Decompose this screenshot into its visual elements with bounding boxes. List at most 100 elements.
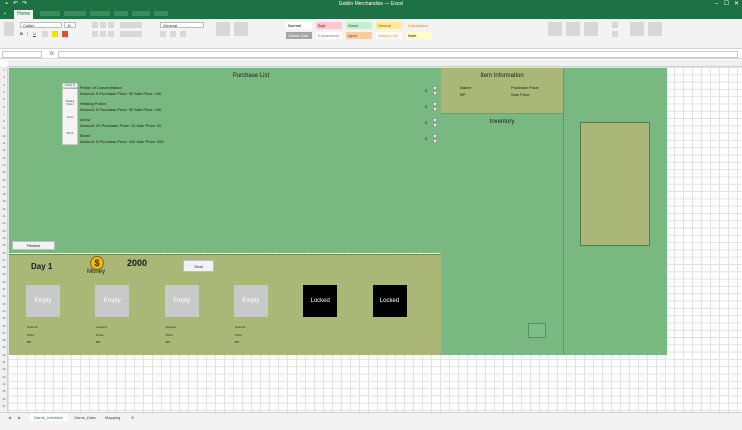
shelf-slot[interactable]: Empty [233,285,268,317]
row-number[interactable]: 31 [0,287,8,291]
row-number[interactable]: 17 [0,185,8,189]
row-number[interactable]: 19 [0,199,8,203]
quantity-decrease-button[interactable] [433,91,437,95]
font-size-select[interactable]: 11 [64,22,76,28]
wrap-text-button[interactable] [120,22,142,28]
minimize-button[interactable]: – [712,1,721,8]
find-select-icon[interactable] [648,22,662,36]
deal-button[interactable]: Deal [183,260,214,272]
cell-style-calculation[interactable]: Calculation [406,22,432,29]
tab-home[interactable]: Home [14,10,34,19]
align-right-icon[interactable] [108,31,114,37]
shelf-slot[interactable]: Empty [26,285,60,317]
row-number[interactable]: 20 [0,207,8,211]
row-number[interactable]: 15 [0,170,8,174]
shelf-slot[interactable]: Empty [164,285,199,317]
formula-input[interactable] [58,51,738,58]
row-number[interactable]: 40 [0,353,8,357]
cell-style-normal[interactable]: Normal [286,22,312,29]
fx-icon[interactable]: fx [50,51,54,58]
row-number[interactable]: 34 [0,309,8,313]
row-number[interactable]: 28 [0,265,8,269]
row-number[interactable]: 5 [0,97,8,101]
insert-cells-icon[interactable] [548,22,562,36]
row-number[interactable]: 12 [0,148,8,152]
number-format-select[interactable]: General [160,22,204,28]
row-number[interactable]: 16 [0,178,8,182]
row-number[interactable]: 6 [0,105,8,109]
row-number[interactable]: 39 [0,345,8,349]
row-number[interactable]: 32 [0,294,8,298]
bold-button[interactable]: B [20,31,23,36]
row-number[interactable]: 44 [0,382,8,386]
row-number[interactable]: 8 [0,119,8,123]
row-number[interactable]: 43 [0,375,8,379]
autosum-icon[interactable] [612,22,618,28]
row-number[interactable]: 25 [0,243,8,247]
quantity-increase-button[interactable] [433,102,437,106]
row-number[interactable]: 21 [0,214,8,218]
row-number[interactable]: 41 [0,360,8,364]
row-number[interactable]: 7 [0,112,8,116]
tab-page-layout[interactable] [64,11,86,16]
percent-icon[interactable] [170,31,176,37]
row-number[interactable]: 35 [0,316,8,320]
comma-icon[interactable] [180,31,186,37]
restart-button[interactable]: Restart [12,241,55,250]
name-box[interactable] [2,51,42,58]
merge-center-button[interactable] [120,31,142,37]
row-number[interactable]: 42 [0,367,8,371]
row-number[interactable]: 14 [0,163,8,167]
quantity-decrease-button[interactable] [433,107,437,111]
row-number[interactable]: 22 [0,221,8,225]
borders-icon[interactable] [42,31,48,37]
row-header[interactable]: 1 2 3 4 5 6 7 8 9 10 11 12 13 14 15 16 17 18 19 20 21 22 23 24 2… [0,67,8,412]
inventory-slot[interactable] [528,323,546,338]
row-number[interactable]: 46 [0,397,8,401]
align-center-icon[interactable] [100,31,106,37]
column-header[interactable] [8,60,742,67]
close-button[interactable]: ✕ [732,1,741,8]
row-number[interactable]: 3 [0,83,8,87]
row-number[interactable]: 1 [0,68,8,72]
cell-style-explanatory[interactable]: Explanatory [316,32,342,39]
fill-color-icon[interactable] [52,31,58,37]
tab-review[interactable] [132,11,150,16]
row-number[interactable]: 36 [0,324,8,328]
quantity-decrease-button[interactable] [433,139,437,143]
italic-button[interactable]: I [27,31,28,36]
quantity-decrease-button[interactable] [433,123,437,127]
cell-style-good[interactable]: Good [346,22,372,29]
row-number[interactable]: 27 [0,258,8,262]
row-number[interactable]: 47 [0,404,8,408]
row-number[interactable]: 11 [0,141,8,145]
row-number[interactable]: 26 [0,251,8,255]
tab-formulas[interactable] [90,11,110,16]
row-number[interactable]: 13 [0,156,8,160]
delete-cells-icon[interactable] [566,22,580,36]
tab-view[interactable] [154,11,168,16]
conditional-formatting-icon[interactable] [216,22,230,36]
row-number[interactable]: 9 [0,126,8,130]
quantity-increase-button[interactable] [433,86,437,90]
row-number[interactable]: 24 [0,236,8,240]
locked-slot[interactable]: Locked [303,285,338,317]
underline-button[interactable]: U [33,31,36,36]
align-middle-icon[interactable] [100,22,106,28]
currency-icon[interactable] [160,31,166,37]
row-number[interactable]: 33 [0,302,8,306]
row-number[interactable]: 30 [0,280,8,284]
cell-style-linked-cell[interactable]: Linked Cell [376,32,402,39]
cell-style-bad[interactable]: Bad [316,22,342,29]
shelf-slot[interactable]: Empty [95,285,130,317]
quantity-increase-button[interactable] [433,134,437,138]
cell-style-note[interactable]: Note [406,32,432,39]
align-top-icon[interactable] [92,22,98,28]
row-number[interactable]: 4 [0,90,8,94]
row-number[interactable]: 23 [0,229,8,233]
fill-icon[interactable] [612,31,618,37]
align-bottom-icon[interactable] [108,22,114,28]
row-number[interactable]: 38 [0,338,8,342]
tab-insert[interactable] [40,11,60,16]
paste-icon[interactable] [4,22,14,36]
